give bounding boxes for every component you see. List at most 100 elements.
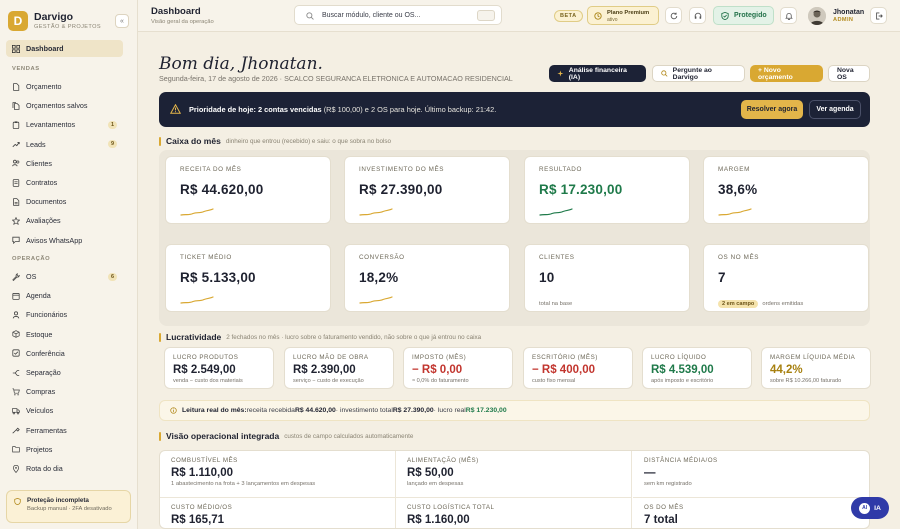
kpi-label: OS NO MÊS — [718, 254, 760, 261]
sidebar-item-documentos[interactable]: Documentos — [6, 193, 123, 210]
premium-status: ativo — [607, 17, 618, 23]
profit-label: LUCRO LÍQUIDO — [651, 354, 707, 361]
protected-label: Protegido — [734, 12, 767, 19]
ai-financial-analysis-button[interactable]: Análise financeira (IA) — [549, 65, 646, 82]
avatar[interactable] — [808, 7, 826, 25]
metric-subtext: sem km registrado — [644, 481, 692, 487]
monthly-reading-bar: Leitura real do mês: receita recebida R$… — [159, 400, 870, 421]
refresh-button[interactable] — [665, 7, 682, 24]
resolve-now-button[interactable]: Resolver agora — [741, 100, 803, 119]
section-title: Caixa do mês — [166, 136, 221, 146]
lead-icon — [12, 140, 20, 148]
search-input[interactable]: Buscar módulo, cliente ou OS... — [294, 5, 502, 25]
notifications-button[interactable] — [780, 7, 797, 24]
profit-label: IMPOSTO (MÊS) — [412, 354, 467, 361]
user-photo-icon — [808, 7, 826, 25]
metric-label: ALIMENTAÇÃO (MÊS) — [407, 457, 479, 464]
operational-metric: CUSTO LOGÍSTICA TOTAL R$ 1.160,00 — [396, 498, 632, 528]
profit-subtext: ≈ 0,0% do faturamento — [412, 378, 469, 384]
kpi-card[interactable]: CONVERSÃO 18,2% — [344, 244, 510, 312]
sidebar-item-ferramentas[interactable]: Ferramentas — [6, 422, 123, 439]
sidebar-item-label: Avisos WhatsApp — [26, 235, 83, 245]
sidebar-item-orcamentos-salvos[interactable]: Orçamentos salvos — [6, 97, 123, 114]
sidebar-item-label: Leads — [26, 139, 46, 149]
sidebar-item-separacao[interactable]: Separação — [6, 364, 123, 381]
check-icon — [12, 349, 20, 357]
kpi-card[interactable]: CLIENTES 10 total na base — [524, 244, 690, 312]
kpi-card[interactable]: OS NO MÊS 7 2 em campo ordens emitidas — [703, 244, 869, 312]
sidebar-item-leads[interactable]: Leads 9 — [6, 136, 123, 153]
new-os-button[interactable]: Nova OS — [828, 65, 870, 82]
kpi-value: 38,6% — [718, 182, 758, 197]
sidebar-item-label: OS — [26, 272, 37, 281]
sidebar-item-veiculos[interactable]: Veículos — [6, 402, 123, 419]
kpi-card[interactable]: TICKET MÉDIO R$ 5.133,00 — [165, 244, 331, 312]
profit-subtext: venda − custo dos materiais — [173, 378, 243, 384]
sidebar-item-label: Levantamentos — [26, 120, 76, 130]
protected-status-button[interactable]: Protegido — [713, 6, 774, 25]
sidebar-item-agenda[interactable]: Agenda — [6, 287, 123, 304]
tool-icon — [12, 426, 20, 434]
sidebar-item-label: Projetos — [26, 444, 53, 454]
sidebar-item-conferencia[interactable]: Conferência — [6, 345, 123, 362]
support-button[interactable] — [689, 7, 706, 24]
sidebar-item-os[interactable]: OS 6 — [6, 268, 123, 285]
profit-card[interactable]: IMPOSTO (MÊS) − R$ 0,00 ≈ 0,0% do faturame… — [403, 347, 513, 389]
sidebar-item-contratos[interactable]: Contratos — [6, 174, 123, 191]
profit-card[interactable]: ESCRITÓRIO (MÊS) − R$ 400,00 custo fixo me… — [523, 347, 633, 389]
metric-value: R$ 1.160,00 — [407, 514, 470, 526]
sidebar-item-label: Estoque — [26, 329, 53, 339]
contract-icon — [12, 178, 20, 187]
metric-value: R$ 165,71 — [171, 514, 225, 526]
sidebar-item-avisos-whatsapp[interactable]: Avisos WhatsApp — [6, 232, 123, 249]
kpi-card[interactable]: RECEITA DO MÊS R$ 44.620,00 — [165, 156, 331, 224]
kpi-card[interactable]: RESULTADO R$ 17.230,00 — [524, 156, 690, 224]
section-subtitle: dinheiro que entrou (recebido) e saiu: o… — [225, 137, 392, 145]
sidebar-item-projetos[interactable]: Projetos — [6, 441, 123, 458]
sidebar-item-dashboard[interactable]: Dashboard — [6, 40, 123, 57]
sidebar-item-compras[interactable]: Compras — [6, 383, 123, 400]
profit-subtext: serviço − custo de execução — [293, 378, 364, 384]
profit-card[interactable]: MARGEM LÍQUIDA MÉDIA 44,2% sobre R$ 10.266… — [761, 347, 871, 389]
sidebar-item-funcionarios[interactable]: Funcionários — [6, 306, 123, 323]
brand-name: Darvigo — [34, 11, 74, 23]
star-icon — [12, 216, 20, 225]
protection-warning-card[interactable]: Proteção incompleta Backup manual · 2FA … — [6, 490, 131, 523]
profit-card[interactable]: LUCRO PRODUTOS R$ 2.549,00 venda − custo d… — [164, 347, 274, 389]
brand-logo: D — [8, 11, 28, 31]
profit-value: − R$ 0,00 — [412, 364, 463, 376]
operational-metric: COMBUSTÍVEL MÊS R$ 1.110,00 1 abasteciment… — [160, 451, 396, 498]
new-quote-button[interactable]: + Novo orçamento — [750, 65, 823, 82]
pin-icon — [12, 464, 20, 473]
file-icon — [12, 82, 20, 91]
kpi-card[interactable]: INVESTIMENTO DO MÊS R$ 27.390,00 — [344, 156, 510, 224]
clock-icon — [594, 12, 602, 20]
sidebar-item-rota-do-dia[interactable]: Rota do dia — [6, 460, 123, 477]
collapse-sidebar-button[interactable]: « — [115, 14, 129, 28]
status-badge: 2 em campo — [718, 300, 759, 308]
sidebar-item-orcamento[interactable]: Orçamento — [6, 78, 123, 95]
split-icon — [12, 369, 20, 377]
sidebar-item-clientes[interactable]: Clientes — [6, 155, 123, 172]
premium-plan-button[interactable]: Plano Premium ativo — [587, 6, 659, 25]
priority-banner: Prioridade de hoje: 2 contas vencidas (R… — [159, 92, 870, 127]
profit-card[interactable]: LUCRO LÍQUIDO R$ 4.539,00 após imposto e e… — [642, 347, 752, 389]
greeting-subtitle: Segunda-feira, 17 de agosto de 2026 · SC… — [159, 74, 513, 83]
sidebar-item-label: Documentos — [26, 197, 67, 207]
sparkline — [539, 208, 573, 216]
sidebar-item-estoque[interactable]: Estoque — [6, 326, 123, 343]
profit-label: LUCRO MÃO DE OBRA — [293, 354, 369, 361]
profit-value: R$ 2.549,00 — [173, 364, 236, 376]
sparkline — [359, 296, 393, 304]
sidebar-item-avaliacoes[interactable]: Avaliações — [6, 212, 123, 229]
logout-button[interactable] — [870, 7, 887, 24]
view-agenda-button[interactable]: Ver agenda — [809, 100, 861, 119]
sidebar-item-levantamentos[interactable]: Levantamentos 1 — [6, 116, 123, 133]
ai-assistant-button[interactable]: AI IA — [851, 497, 889, 519]
kpi-card[interactable]: MARGEM 38,6% — [703, 156, 869, 224]
truck-icon — [12, 407, 20, 415]
ask-darvigo-button[interactable]: Pergunte ao Darvigo — [652, 65, 745, 82]
clipboard-icon — [12, 121, 20, 129]
sparkline — [180, 208, 214, 216]
profit-card[interactable]: LUCRO MÃO DE OBRA R$ 2.390,00 serviço − cu… — [284, 347, 394, 389]
